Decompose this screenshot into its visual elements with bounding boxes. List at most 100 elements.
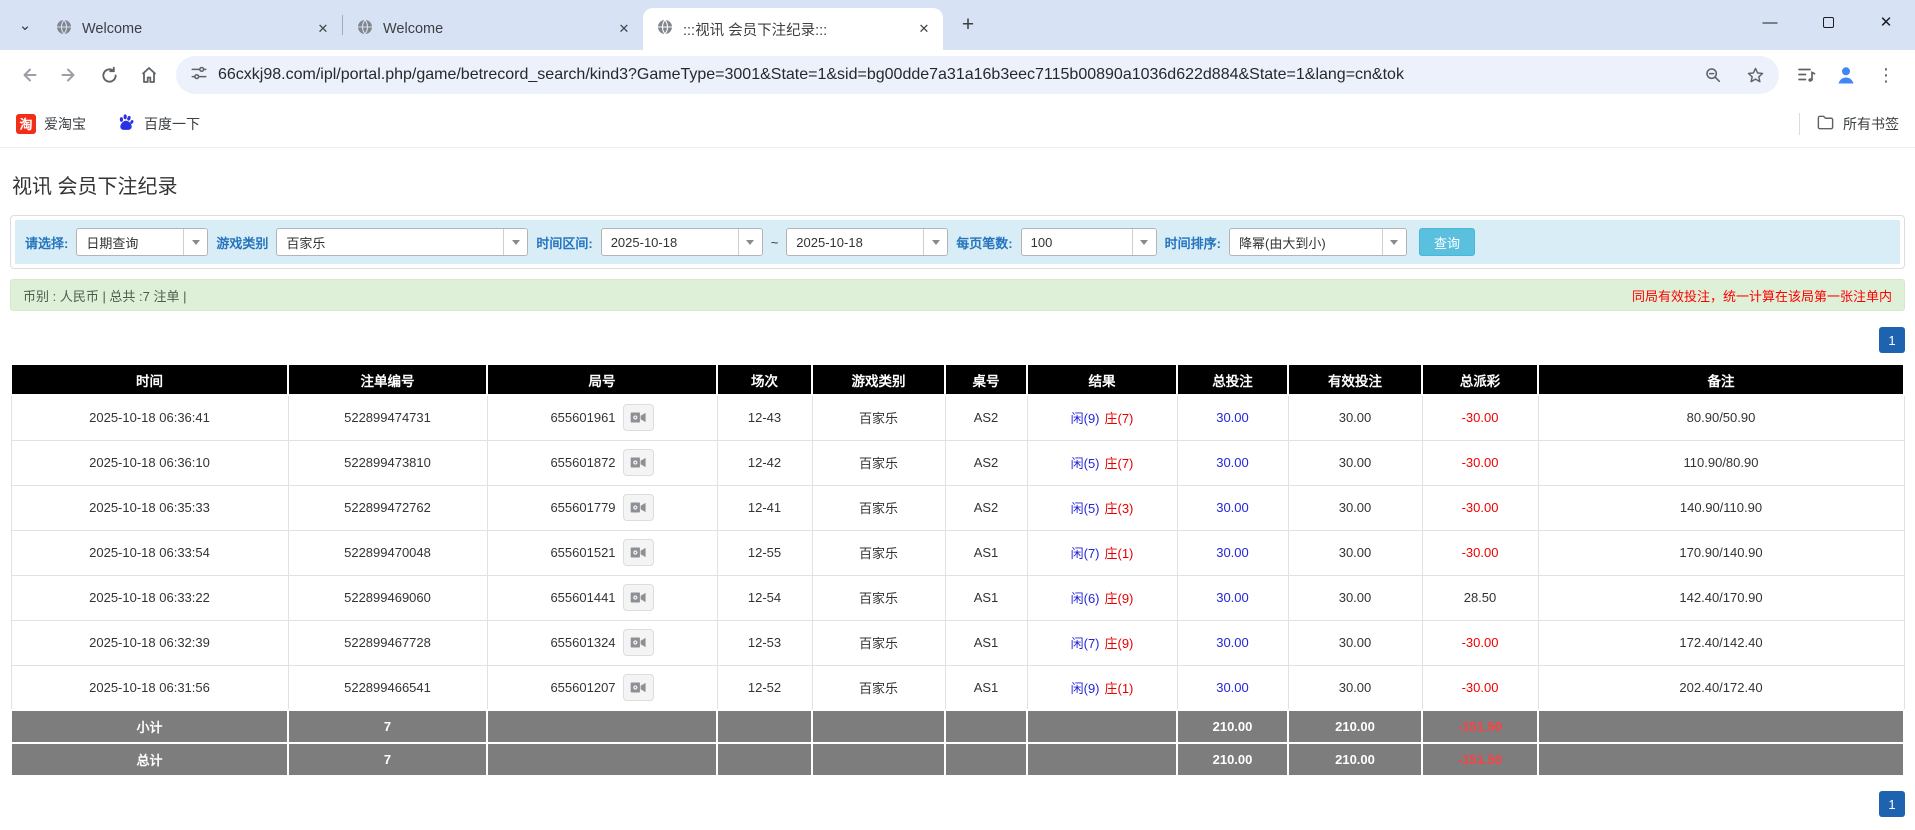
cell-valid-bet: 30.00: [1288, 530, 1422, 575]
query-type-select[interactable]: 日期查询: [76, 228, 208, 256]
cell-table-no: AS2: [945, 395, 1027, 440]
video-replay-button[interactable]: [623, 629, 654, 656]
total-bet-link[interactable]: 30.00: [1216, 635, 1249, 650]
chevron-down-icon[interactable]: [1132, 229, 1156, 255]
tab-strip: ⌄ Welcome ✕ Welcome ✕ :::视讯 会员下注纪录::: ✕ …: [0, 0, 1915, 50]
page-size-select[interactable]: 100: [1021, 228, 1157, 256]
reload-icon[interactable]: [90, 56, 128, 94]
video-replay-button[interactable]: [623, 494, 654, 521]
chevron-down-icon[interactable]: [503, 229, 527, 255]
bookmark-star-icon[interactable]: [1739, 59, 1771, 91]
summary-empty: [717, 710, 812, 743]
round-number: 655601324: [550, 635, 615, 650]
total-bet-link[interactable]: 30.00: [1216, 500, 1249, 515]
zoom-icon[interactable]: [1697, 59, 1729, 91]
profile-avatar[interactable]: [1827, 56, 1865, 94]
video-replay-button[interactable]: [623, 674, 654, 701]
video-replay-button[interactable]: [623, 539, 654, 566]
chevron-down-icon[interactable]: [183, 229, 207, 255]
header-time: 时间: [11, 364, 288, 395]
close-icon[interactable]: ✕: [613, 18, 635, 40]
video-replay-button[interactable]: [623, 449, 654, 476]
total-bet-link[interactable]: 30.00: [1216, 410, 1249, 425]
cell-bet-id: 522899474731: [288, 395, 487, 440]
page-number-button[interactable]: 1: [1879, 791, 1905, 817]
close-icon[interactable]: ✕: [312, 18, 334, 40]
close-icon[interactable]: ✕: [913, 18, 935, 40]
cell-table-no: AS1: [945, 530, 1027, 575]
video-replay-button[interactable]: [623, 584, 654, 611]
search-button[interactable]: 查询: [1419, 228, 1475, 256]
bookmark-baidu[interactable]: 百度一下: [116, 112, 200, 135]
tab-bet-record-active[interactable]: :::视讯 会员下注纪录::: ✕: [643, 8, 943, 50]
cell-round: 655601872: [487, 440, 717, 485]
close-window-button[interactable]: ✕: [1857, 0, 1915, 44]
date-from-select[interactable]: 2025-10-18: [601, 228, 763, 256]
result-player: 闲(9): [1071, 681, 1100, 696]
cell-round: 655601961: [487, 395, 717, 440]
all-bookmarks-button[interactable]: 所有书签: [1816, 113, 1899, 135]
bookmark-taobao[interactable]: 淘 爱淘宝: [16, 114, 86, 134]
globe-favicon-icon: [657, 19, 673, 39]
tab-welcome-2[interactable]: Welcome ✕: [343, 8, 643, 50]
chevron-down-icon[interactable]: [738, 229, 762, 255]
page-size-label: 每页笔数:: [956, 233, 1012, 252]
summary-valid-bet: 210.00: [1288, 743, 1422, 776]
cell-round: 655601521: [487, 530, 717, 575]
cell-table-no: AS1: [945, 665, 1027, 710]
tab-search-button[interactable]: ⌄: [8, 8, 42, 42]
sort-order-select[interactable]: 降幂(由大到小): [1229, 228, 1407, 256]
chevron-down-icon[interactable]: [923, 229, 947, 255]
sort-order-label: 时间排序:: [1165, 233, 1221, 252]
video-replay-button[interactable]: [623, 404, 654, 431]
result-banker: 庄(7): [1105, 411, 1134, 426]
cell-session: 12-42: [717, 440, 812, 485]
all-bookmarks-label: 所有书签: [1843, 114, 1899, 134]
game-type-select[interactable]: 百家乐: [276, 228, 528, 256]
tab-welcome-1[interactable]: Welcome ✕: [42, 8, 342, 50]
back-icon[interactable]: [10, 56, 48, 94]
home-icon[interactable]: [130, 56, 168, 94]
browser-menu-icon[interactable]: ⋮: [1867, 56, 1905, 94]
media-controls-icon[interactable]: [1787, 56, 1825, 94]
cell-bet-id: 522899469060: [288, 575, 487, 620]
round-number: 655601441: [550, 590, 615, 605]
new-tab-button[interactable]: +: [951, 8, 985, 42]
cell-result: 闲(5)庄(7): [1027, 440, 1177, 485]
address-bar[interactable]: 66cxkj98.com/ipl/portal.php/game/betreco…: [176, 56, 1779, 94]
result-player: 闲(7): [1071, 636, 1100, 651]
cell-remark: 140.90/110.90: [1538, 485, 1904, 530]
url-text[interactable]: 66cxkj98.com/ipl/portal.php/game/betreco…: [218, 66, 1687, 84]
cell-session: 12-54: [717, 575, 812, 620]
header-total-bet: 总投注: [1177, 364, 1288, 395]
date-to-select[interactable]: 2025-10-18: [786, 228, 948, 256]
chevron-down-icon[interactable]: [1382, 229, 1406, 255]
summary-empty: [945, 710, 1027, 743]
total-bet-link[interactable]: 30.00: [1216, 590, 1249, 605]
cell-total-bet: 30.00: [1177, 530, 1288, 575]
summary-row: 总计 7 210.00 210.00 -151.50: [11, 743, 1904, 776]
cell-game-type: 百家乐: [812, 485, 945, 530]
summary-label: 小计: [11, 710, 288, 743]
table-header-row: 时间 注单编号 局号 场次 游戏类别 桌号 结果 总投注 有效投注 总派彩 备注: [11, 364, 1904, 395]
total-bet-link[interactable]: 30.00: [1216, 545, 1249, 560]
sort-order-value: 降幂(由大到小): [1230, 229, 1382, 255]
summary-payout: -151.50: [1422, 743, 1538, 776]
page-number-button[interactable]: 1: [1879, 327, 1905, 353]
result-banker: 庄(9): [1105, 636, 1134, 651]
site-settings-icon[interactable]: [190, 64, 208, 87]
bookmark-label: 百度一下: [144, 114, 200, 134]
result-player: 闲(9): [1071, 411, 1100, 426]
cell-valid-bet: 30.00: [1288, 620, 1422, 665]
cell-remark: 142.40/170.90: [1538, 575, 1904, 620]
cell-time: 2025-10-18 06:32:39: [11, 620, 288, 665]
cell-bet-id: 522899467728: [288, 620, 487, 665]
total-bet-link[interactable]: 30.00: [1216, 680, 1249, 695]
cell-time: 2025-10-18 06:33:54: [11, 530, 288, 575]
forward-icon[interactable]: [50, 56, 88, 94]
minimize-button[interactable]: —: [1741, 0, 1799, 44]
maximize-button[interactable]: [1799, 0, 1857, 44]
cell-valid-bet: 30.00: [1288, 665, 1422, 710]
total-bet-link[interactable]: 30.00: [1216, 455, 1249, 470]
result-banker: 庄(1): [1105, 681, 1134, 696]
